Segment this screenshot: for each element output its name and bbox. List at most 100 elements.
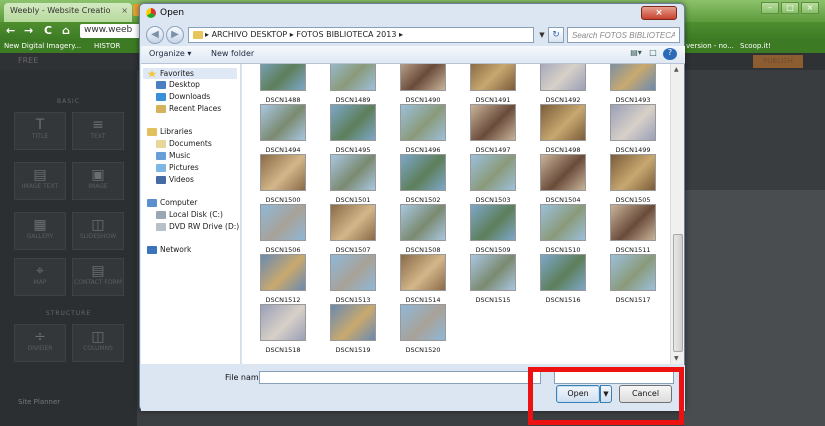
- file-name-input[interactable]: [259, 371, 541, 384]
- breadcrumb-segment[interactable]: ARCHIVO DESKTOP: [212, 30, 288, 39]
- nav-computer[interactable]: Computer: [147, 198, 197, 207]
- file-item[interactable]: DSCN1507: [318, 204, 388, 256]
- file-item[interactable]: DSCN1503: [458, 154, 528, 206]
- file-item[interactable]: DSCN1520: [388, 304, 458, 356]
- publish-button[interactable]: PUBLISH: [753, 55, 803, 68]
- file-item[interactable]: DSCN1491: [458, 64, 528, 106]
- browser-tab-weebly[interactable]: Weebly - Website Creatio ×: [4, 3, 132, 22]
- nav-music[interactable]: Music: [156, 151, 190, 160]
- file-item[interactable]: DSCN1516: [528, 254, 598, 306]
- nav-desktop[interactable]: Desktop: [156, 80, 200, 89]
- reload-icon[interactable]: C: [44, 24, 52, 37]
- element-tile[interactable]: T TITLE: [14, 112, 66, 150]
- new-folder-button[interactable]: New folder: [211, 49, 254, 58]
- file-item[interactable]: DSCN1493: [598, 64, 668, 106]
- element-tile[interactable]: ▤ CONTACT FORM: [72, 258, 124, 296]
- scrollbar[interactable]: ▲ ▼: [670, 64, 684, 364]
- home-icon[interactable]: ⌂: [62, 24, 70, 37]
- nav-dvd[interactable]: DVD RW Drive (D:) M: [156, 222, 248, 231]
- file-item[interactable]: DSCN1519: [318, 304, 388, 356]
- file-item[interactable]: DSCN1506: [248, 204, 318, 256]
- organize-button[interactable]: Organize ▾: [149, 49, 191, 58]
- nav-documents[interactable]: Documents: [156, 139, 212, 148]
- back-icon[interactable]: ←: [6, 24, 15, 37]
- file-item[interactable]: DSCN1501: [318, 154, 388, 206]
- maximize-button[interactable]: □: [781, 2, 799, 14]
- minimize-button[interactable]: –: [761, 2, 779, 14]
- file-item[interactable]: DSCN1510: [528, 204, 598, 256]
- element-tile[interactable]: ▤ IMAGE TEXT: [14, 162, 66, 200]
- file-item[interactable]: DSCN1514: [388, 254, 458, 306]
- tab-close-icon[interactable]: ×: [121, 6, 128, 15]
- nav-libraries[interactable]: Libraries: [147, 127, 192, 136]
- file-item[interactable]: DSCN1500: [248, 154, 318, 206]
- element-tile[interactable]: ◫ COLUMNS: [72, 324, 124, 362]
- file-item[interactable]: DSCN1492: [528, 64, 598, 106]
- file-name: DSCN1511: [615, 246, 651, 254]
- file-item[interactable]: DSCN1509: [458, 204, 528, 256]
- file-item[interactable]: DSCN1515: [458, 254, 528, 306]
- file-name: DSCN1510: [545, 246, 581, 254]
- element-tile[interactable]: ⌖ MAP: [14, 258, 66, 296]
- element-tile[interactable]: ▣ IMAGE: [72, 162, 124, 200]
- nav-local-disk[interactable]: Local Disk (C:): [156, 210, 223, 219]
- file-item[interactable]: DSCN1490: [388, 64, 458, 106]
- photo-thumbnail: [260, 154, 306, 191]
- file-item[interactable]: DSCN1488: [248, 64, 318, 106]
- scroll-thumb[interactable]: [673, 234, 683, 352]
- chevron-down-icon[interactable]: ▼: [536, 27, 548, 43]
- bookmark-item[interactable]: Scoop.it!: [740, 42, 771, 50]
- plan-label[interactable]: FREE: [18, 56, 38, 65]
- file-item[interactable]: DSCN1513: [318, 254, 388, 306]
- element-tile[interactable]: ≡ TEXT: [72, 112, 124, 150]
- file-item[interactable]: DSCN1502: [388, 154, 458, 206]
- element-tile[interactable]: ▦ GALLERY: [14, 212, 66, 250]
- bookmark-item[interactable]: HISTOR: [94, 42, 120, 50]
- file-item[interactable]: DSCN1497: [458, 104, 528, 156]
- bookmark-item[interactable]: version - no...: [686, 42, 734, 50]
- open-button[interactable]: Open: [556, 385, 600, 403]
- element-tile[interactable]: ◫ SLIDESHOW: [72, 212, 124, 250]
- dialog-close-button[interactable]: ×: [641, 6, 677, 20]
- file-item[interactable]: DSCN1499: [598, 104, 668, 156]
- back-icon[interactable]: ◀: [146, 26, 164, 44]
- breadcrumb-segment[interactable]: FOTOS BIBLIOTECA 2013: [296, 30, 396, 39]
- search-input[interactable]: [567, 27, 680, 43]
- element-tile[interactable]: ÷ DIVIDER: [14, 324, 66, 362]
- nav-pictures[interactable]: Pictures: [156, 163, 199, 172]
- file-item[interactable]: DSCN1508: [388, 204, 458, 256]
- file-item[interactable]: DSCN1504: [528, 154, 598, 206]
- forward-icon[interactable]: →: [24, 24, 33, 37]
- file-item[interactable]: DSCN1511: [598, 204, 668, 256]
- breadcrumb[interactable]: ▸ ARCHIVO DESKTOP ▸ FOTOS BIBLIOTECA 201…: [188, 27, 534, 43]
- file-item[interactable]: DSCN1512: [248, 254, 318, 306]
- nav-recent[interactable]: Recent Places: [156, 104, 221, 113]
- file-item[interactable]: DSCN1518: [248, 304, 318, 356]
- scroll-up-icon[interactable]: ▲: [674, 66, 679, 73]
- cancel-button[interactable]: Cancel: [619, 385, 672, 403]
- refresh-icon[interactable]: ↻: [548, 27, 564, 43]
- file-item[interactable]: DSCN1517: [598, 254, 668, 306]
- nav-downloads[interactable]: Downloads: [156, 92, 210, 101]
- open-options-chevron-icon[interactable]: ▼: [600, 385, 612, 403]
- forward-icon[interactable]: ▶: [166, 26, 184, 44]
- window-close-button[interactable]: ×: [801, 2, 819, 14]
- file-item[interactable]: DSCN1496: [388, 104, 458, 156]
- file-item[interactable]: DSCN1505: [598, 154, 668, 206]
- address-bar[interactable]: www.weeb: [80, 24, 144, 38]
- nav-favorites[interactable]: Favorites: [143, 68, 237, 79]
- file-item[interactable]: DSCN1495: [318, 104, 388, 156]
- bookmark-item[interactable]: New Digital Imagery...: [4, 42, 81, 50]
- preview-pane-icon[interactable]: □: [646, 48, 660, 60]
- site-planner-link[interactable]: Site Planner: [18, 398, 60, 406]
- file-item[interactable]: DSCN1494: [248, 104, 318, 156]
- help-icon[interactable]: ?: [663, 48, 677, 60]
- nav-network[interactable]: Network: [147, 245, 191, 254]
- nav-videos[interactable]: Videos: [156, 175, 194, 184]
- file-item[interactable]: DSCN1498: [528, 104, 598, 156]
- file-item[interactable]: DSCN1489: [318, 64, 388, 106]
- photo-thumbnail: [610, 64, 656, 91]
- scroll-down-icon[interactable]: ▼: [674, 355, 679, 362]
- file-name: DSCN1518: [265, 346, 301, 354]
- view-icon[interactable]: ▤▾: [629, 48, 643, 60]
